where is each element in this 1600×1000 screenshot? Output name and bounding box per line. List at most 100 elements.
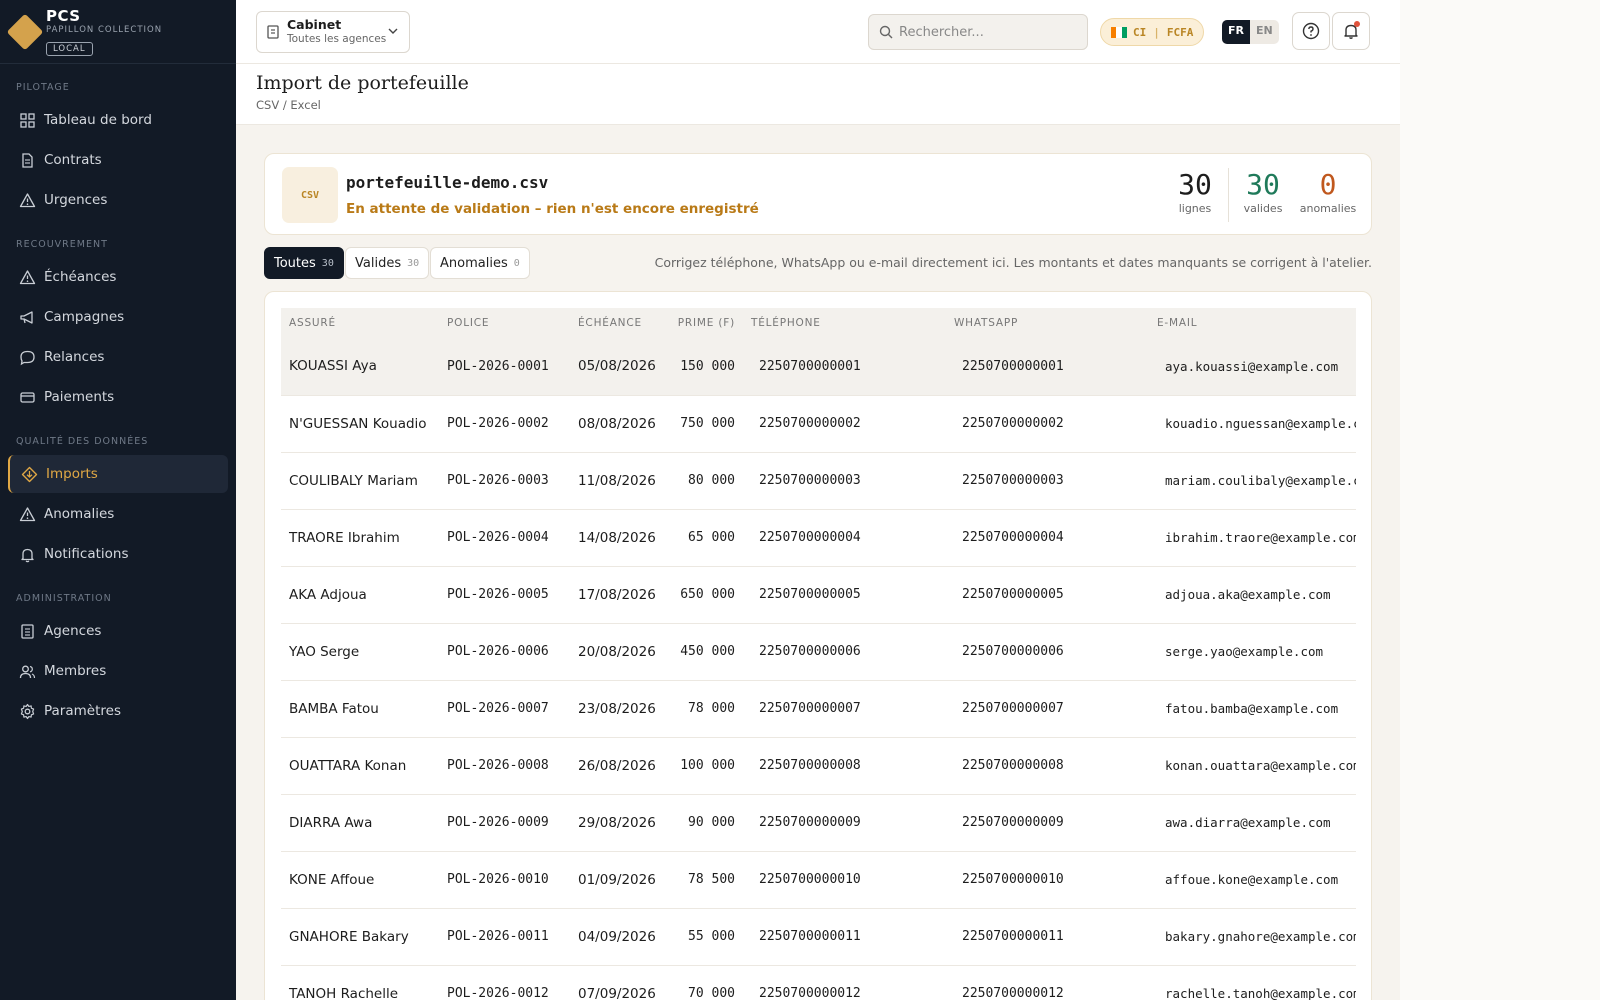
whatsapp-field-value[interactable]: 2250700000009 <box>954 815 1149 830</box>
table-row[interactable]: TANOH Rachelle POL-2026-0012 07/09/2026 70 … <box>281 965 1356 1000</box>
table-row[interactable]: AKA Adjoua POL-2026-0005 17/08/2026 650 000… <box>281 566 1356 624</box>
table-row[interactable]: TRAORE Ibrahim POL-2026-0004 14/08/2026 65 … <box>281 509 1356 567</box>
phone-field[interactable]: 2250700000002 <box>743 395 946 453</box>
phone-field-value[interactable]: 2250700000003 <box>751 473 946 488</box>
sidebar-item-echeances[interactable]: Échéances <box>8 258 228 296</box>
table-row[interactable]: BAMBA Fatou POL-2026-0007 23/08/2026 78 000… <box>281 680 1356 738</box>
email-field-value[interactable]: aya.kouassi@example.com <box>1157 359 1356 374</box>
email-field-value[interactable]: fatou.bamba@example.com <box>1157 701 1356 716</box>
phone-field[interactable]: 2250700000005 <box>743 566 946 624</box>
sidebar-item-relances[interactable]: Relances <box>8 338 228 376</box>
lang-fr-button[interactable]: FR <box>1222 20 1250 44</box>
email-field[interactable]: affoue.kone@example.com <box>1149 851 1356 909</box>
phone-field-value[interactable]: 2250700000001 <box>751 359 946 374</box>
email-field[interactable]: bakary.gnahore@example.com <box>1149 908 1356 966</box>
whatsapp-field-value[interactable]: 2250700000005 <box>954 587 1149 602</box>
email-field-value[interactable]: ibrahim.traore@example.com <box>1157 530 1356 545</box>
sidebar-item-imports[interactable]: Imports <box>8 455 228 493</box>
phone-field-value[interactable]: 2250700000009 <box>751 815 946 830</box>
phone-field-value[interactable]: 2250700000002 <box>751 416 946 431</box>
whatsapp-field-value[interactable]: 2250700000011 <box>954 929 1149 944</box>
whatsapp-field[interactable]: 2250700000001 <box>946 338 1149 396</box>
whatsapp-field[interactable]: 2250700000007 <box>946 680 1149 738</box>
phone-field[interactable]: 2250700000003 <box>743 452 946 510</box>
sidebar-item-notifications[interactable]: Notifications <box>8 535 228 573</box>
sidebar-item-parametres[interactable]: Paramètres <box>8 692 228 730</box>
email-field-value[interactable]: mariam.coulibaly@example.com <box>1157 473 1356 488</box>
cabinet-selector[interactable]: Cabinet Toutes les agences <box>256 11 410 53</box>
whatsapp-field-value[interactable]: 2250700000010 <box>954 872 1149 887</box>
search-input[interactable] <box>899 24 1079 40</box>
sidebar-item-anomalies[interactable]: Anomalies <box>8 495 228 533</box>
table-row[interactable]: YAO Serge POL-2026-0006 20/08/2026 450 000 2… <box>281 623 1356 681</box>
email-field-value[interactable]: bakary.gnahore@example.com <box>1157 929 1356 944</box>
whatsapp-field-value[interactable]: 2250700000006 <box>954 644 1149 659</box>
email-field[interactable]: awa.diarra@example.com <box>1149 794 1356 852</box>
phone-field[interactable]: 2250700000006 <box>743 623 946 681</box>
email-field[interactable]: rachelle.tanoh@example.com <box>1149 965 1356 1000</box>
phone-field[interactable]: 2250700000011 <box>743 908 946 966</box>
phone-field-value[interactable]: 2250700000008 <box>751 758 946 773</box>
whatsapp-field[interactable]: 2250700000010 <box>946 851 1149 909</box>
phone-field[interactable]: 2250700000012 <box>743 965 946 1000</box>
brand[interactable]: PCS PAPILLON COLLECTION LOCAL <box>0 0 236 64</box>
whatsapp-field-value[interactable]: 2250700000003 <box>954 473 1149 488</box>
whatsapp-field[interactable]: 2250700000011 <box>946 908 1149 966</box>
phone-field[interactable]: 2250700000001 <box>743 338 946 396</box>
whatsapp-field[interactable]: 2250700000004 <box>946 509 1149 567</box>
email-field-value[interactable]: kouadio.nguessan@example.com <box>1157 416 1356 431</box>
filter-anomalies[interactable]: Anomalies 0 <box>430 247 530 279</box>
whatsapp-field[interactable]: 2250700000012 <box>946 965 1149 1000</box>
whatsapp-field-value[interactable]: 2250700000004 <box>954 530 1149 545</box>
phone-field-value[interactable]: 2250700000011 <box>751 929 946 944</box>
whatsapp-field[interactable]: 2250700000003 <box>946 452 1149 510</box>
sidebar-item-urgences[interactable]: Urgences <box>8 181 228 219</box>
phone-field-value[interactable]: 2250700000010 <box>751 872 946 887</box>
sidebar-item-tableau-de-bord[interactable]: Tableau de bord <box>8 101 228 139</box>
phone-field-value[interactable]: 2250700000006 <box>751 644 946 659</box>
phone-field-value[interactable]: 2250700000012 <box>751 986 946 1000</box>
whatsapp-field-value[interactable]: 2250700000001 <box>954 359 1149 374</box>
phone-field-value[interactable]: 2250700000007 <box>751 701 946 716</box>
whatsapp-field-value[interactable]: 2250700000012 <box>954 986 1149 1000</box>
sidebar-item-paiements[interactable]: Paiements <box>8 378 228 416</box>
table-row[interactable]: KONE Affoue POL-2026-0010 01/09/2026 78 500… <box>281 851 1356 909</box>
whatsapp-field-value[interactable]: 2250700000008 <box>954 758 1149 773</box>
email-field[interactable]: adjoua.aka@example.com <box>1149 566 1356 624</box>
filter-valid[interactable]: Valides 30 <box>345 247 430 279</box>
email-field[interactable]: konan.ouattara@example.com <box>1149 737 1356 795</box>
phone-field-value[interactable]: 2250700000005 <box>751 587 946 602</box>
table-row[interactable]: GNAHORE Bakary POL-2026-0011 04/09/2026 55 … <box>281 908 1356 966</box>
email-field-value[interactable]: adjoua.aka@example.com <box>1157 587 1356 602</box>
email-field-value[interactable]: konan.ouattara@example.com <box>1157 758 1356 773</box>
email-field-value[interactable]: rachelle.tanoh@example.com <box>1157 986 1356 1000</box>
filter-all[interactable]: Toutes 30 <box>264 247 344 279</box>
whatsapp-field[interactable]: 2250700000005 <box>946 566 1149 624</box>
notifications-button[interactable] <box>1332 12 1370 50</box>
search-box[interactable] <box>868 14 1088 50</box>
lang-en-button[interactable]: EN <box>1250 20 1279 44</box>
phone-field[interactable]: 2250700000009 <box>743 794 946 852</box>
phone-field-value[interactable]: 2250700000004 <box>751 530 946 545</box>
phone-field[interactable]: 2250700000007 <box>743 680 946 738</box>
whatsapp-field[interactable]: 2250700000008 <box>946 737 1149 795</box>
email-field[interactable]: mariam.coulibaly@example.com <box>1149 452 1356 510</box>
table-row[interactable]: DIARRA Awa POL-2026-0009 29/08/2026 90 000 2… <box>281 794 1356 852</box>
email-field-value[interactable]: affoue.kone@example.com <box>1157 872 1356 887</box>
whatsapp-field[interactable]: 2250700000009 <box>946 794 1149 852</box>
sidebar-item-campagnes[interactable]: Campagnes <box>8 298 228 336</box>
whatsapp-field[interactable]: 2250700000002 <box>946 395 1149 453</box>
table-row[interactable]: OUATTARA Konan POL-2026-0008 26/08/2026 100… <box>281 737 1356 795</box>
email-field[interactable]: ibrahim.traore@example.com <box>1149 509 1356 567</box>
whatsapp-field[interactable]: 2250700000006 <box>946 623 1149 681</box>
sidebar-item-agences[interactable]: Agences <box>8 612 228 650</box>
email-field-value[interactable]: awa.diarra@example.com <box>1157 815 1356 830</box>
phone-field[interactable]: 2250700000010 <box>743 851 946 909</box>
phone-field[interactable]: 2250700000004 <box>743 509 946 567</box>
table-row[interactable]: N'GUESSAN Kouadio POL-2026-0002 08/08/2026… <box>281 395 1356 453</box>
email-field-value[interactable]: serge.yao@example.com <box>1157 644 1356 659</box>
email-field[interactable]: serge.yao@example.com <box>1149 623 1356 681</box>
sidebar-item-membres[interactable]: Membres <box>8 652 228 690</box>
email-field[interactable]: kouadio.nguessan@example.com <box>1149 395 1356 453</box>
whatsapp-field-value[interactable]: 2250700000007 <box>954 701 1149 716</box>
